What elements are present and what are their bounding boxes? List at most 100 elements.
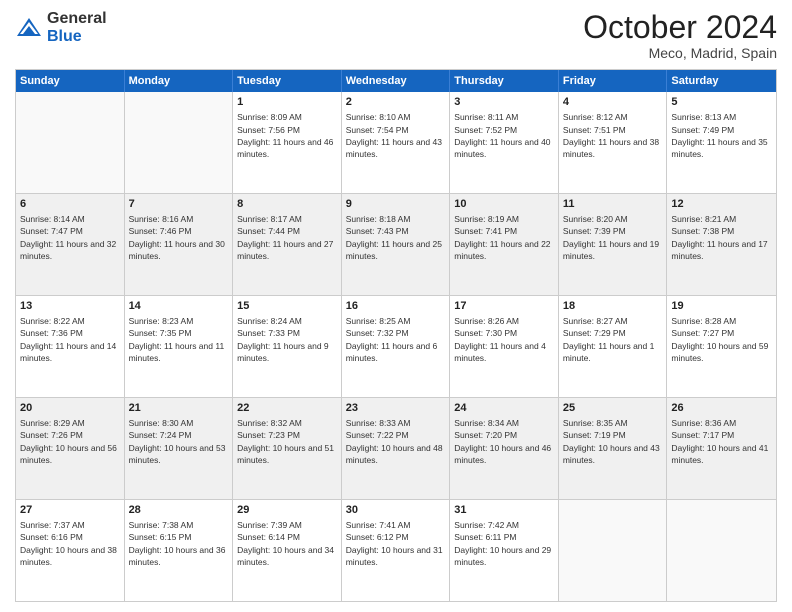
logo-blue-text: Blue bbox=[47, 28, 82, 45]
cell-text: Sunrise: 8:27 AM Sunset: 7:29 PM Dayligh… bbox=[563, 316, 655, 363]
day-number: 10 bbox=[454, 197, 554, 212]
cell-text: Sunrise: 7:41 AM Sunset: 6:12 PM Dayligh… bbox=[346, 520, 443, 567]
cell-text: Sunrise: 8:11 AM Sunset: 7:52 PM Dayligh… bbox=[454, 112, 550, 159]
day-number: 27 bbox=[20, 503, 120, 518]
day-number: 21 bbox=[129, 401, 229, 416]
calendar-cell: 30Sunrise: 7:41 AM Sunset: 6:12 PM Dayli… bbox=[342, 500, 451, 601]
day-number: 13 bbox=[20, 299, 120, 314]
logo: General Blue bbox=[15, 10, 107, 45]
day-number: 29 bbox=[237, 503, 337, 518]
cell-text: Sunrise: 8:28 AM Sunset: 7:27 PM Dayligh… bbox=[671, 316, 768, 363]
day-number: 28 bbox=[129, 503, 229, 518]
day-number: 9 bbox=[346, 197, 446, 212]
cell-text: Sunrise: 8:21 AM Sunset: 7:38 PM Dayligh… bbox=[671, 214, 767, 261]
day-number: 8 bbox=[237, 197, 337, 212]
cell-text: Sunrise: 8:23 AM Sunset: 7:35 PM Dayligh… bbox=[129, 316, 225, 363]
calendar-cell: 27 Sunrise: 7:37 AM Sunset: 6:16 PM Dayli… bbox=[16, 500, 125, 601]
calendar-cell: 22 Sunrise: 8:32 AM Sunset: 7:23 PM Dayli… bbox=[233, 398, 342, 499]
cell-text: Sunrise: 8:34 AM Sunset: 7:20 PM Dayligh… bbox=[454, 418, 551, 465]
weekday-header-wednesday: Wednesday bbox=[342, 70, 451, 92]
calendar-body: 1 Sunrise: 8:09 AM Sunset: 7:56 PM Daylig… bbox=[16, 92, 776, 601]
calendar-cell: 24 Sunrise: 8:34 AM Sunset: 7:20 PM Dayli… bbox=[450, 398, 559, 499]
calendar-cell: 15Sunrise: 8:24 AM Sunset: 7:33 PM Dayli… bbox=[233, 296, 342, 397]
weekday-header-tuesday: Tuesday bbox=[233, 70, 342, 92]
cell-text: Sunrise: 8:14 AM Sunset: 7:47 PM Dayligh… bbox=[20, 214, 116, 261]
weekday-header-friday: Friday bbox=[559, 70, 668, 92]
calendar-cell: 5Sunrise: 8:13 AM Sunset: 7:49 PM Daylig… bbox=[667, 92, 776, 193]
calendar-cell: 10 Sunrise: 8:19 AM Sunset: 7:41 PM Dayli… bbox=[450, 194, 559, 295]
calendar-cell: 21Sunrise: 8:30 AM Sunset: 7:24 PM Dayli… bbox=[125, 398, 234, 499]
cell-text: Sunrise: 8:10 AM Sunset: 7:54 PM Dayligh… bbox=[346, 112, 442, 159]
calendar-cell bbox=[559, 500, 668, 601]
calendar-cell: 12 Sunrise: 8:21 AM Sunset: 7:38 PM Dayli… bbox=[667, 194, 776, 295]
calendar-cell: 16Sunrise: 8:25 AM Sunset: 7:32 PM Dayli… bbox=[342, 296, 451, 397]
calendar: SundayMondayTuesdayWednesdayThursdayFrid… bbox=[15, 69, 777, 602]
weekday-header-saturday: Saturday bbox=[667, 70, 776, 92]
day-number: 16 bbox=[346, 299, 446, 314]
calendar-cell: 7 Sunrise: 8:16 AM Sunset: 7:46 PM Daylig… bbox=[125, 194, 234, 295]
calendar-cell: 31 Sunrise: 7:42 AM Sunset: 6:11 PM Dayli… bbox=[450, 500, 559, 601]
cell-text: Sunrise: 8:19 AM Sunset: 7:41 PM Dayligh… bbox=[454, 214, 550, 261]
cell-text: Sunrise: 8:29 AM Sunset: 7:26 PM Dayligh… bbox=[20, 418, 117, 465]
day-number: 2 bbox=[346, 95, 446, 110]
day-number: 22 bbox=[237, 401, 337, 416]
day-number: 11 bbox=[563, 197, 663, 212]
day-number: 24 bbox=[454, 401, 554, 416]
cell-text: Sunrise: 8:09 AM Sunset: 7:56 PM Dayligh… bbox=[237, 112, 333, 159]
cell-text: Sunrise: 7:37 AM Sunset: 6:16 PM Dayligh… bbox=[20, 520, 117, 567]
calendar-cell: 26Sunrise: 8:36 AM Sunset: 7:17 PM Dayli… bbox=[667, 398, 776, 499]
location: Meco, Madrid, Spain bbox=[583, 45, 777, 61]
day-number: 1 bbox=[237, 95, 337, 110]
calendar-cell: 1 Sunrise: 8:09 AM Sunset: 7:56 PM Daylig… bbox=[233, 92, 342, 193]
cell-text: Sunrise: 8:16 AM Sunset: 7:46 PM Dayligh… bbox=[129, 214, 225, 261]
cell-text: Sunrise: 7:42 AM Sunset: 6:11 PM Dayligh… bbox=[454, 520, 551, 567]
month-title: October 2024 bbox=[583, 10, 777, 45]
calendar-cell: 8 Sunrise: 8:17 AM Sunset: 7:44 PM Daylig… bbox=[233, 194, 342, 295]
calendar-cell: 28 Sunrise: 7:38 AM Sunset: 6:15 PM Dayli… bbox=[125, 500, 234, 601]
calendar-cell: 3 Sunrise: 8:11 AM Sunset: 7:52 PM Daylig… bbox=[450, 92, 559, 193]
calendar-cell: 17 Sunrise: 8:26 AM Sunset: 7:30 PM Dayli… bbox=[450, 296, 559, 397]
logo-icon bbox=[15, 14, 43, 42]
day-number: 26 bbox=[671, 401, 772, 416]
calendar-cell: 29 Sunrise: 7:39 AM Sunset: 6:14 PM Dayli… bbox=[233, 500, 342, 601]
calendar-cell: 6Sunrise: 8:14 AM Sunset: 7:47 PM Daylig… bbox=[16, 194, 125, 295]
day-number: 31 bbox=[454, 503, 554, 518]
day-number: 19 bbox=[671, 299, 772, 314]
logo-general-text: General bbox=[47, 10, 107, 27]
cell-text: Sunrise: 8:35 AM Sunset: 7:19 PM Dayligh… bbox=[563, 418, 660, 465]
cell-text: Sunrise: 8:32 AM Sunset: 7:23 PM Dayligh… bbox=[237, 418, 334, 465]
title-block: October 2024 Meco, Madrid, Spain bbox=[583, 10, 777, 61]
calendar-cell: 2 Sunrise: 8:10 AM Sunset: 7:54 PM Daylig… bbox=[342, 92, 451, 193]
calendar-cell: 14Sunrise: 8:23 AM Sunset: 7:35 PM Dayli… bbox=[125, 296, 234, 397]
cell-text: Sunrise: 8:26 AM Sunset: 7:30 PM Dayligh… bbox=[454, 316, 546, 363]
day-number: 18 bbox=[563, 299, 663, 314]
cell-text: Sunrise: 8:24 AM Sunset: 7:33 PM Dayligh… bbox=[237, 316, 329, 363]
calendar-cell: 4 Sunrise: 8:12 AM Sunset: 7:51 PM Daylig… bbox=[559, 92, 668, 193]
calendar-row-4: 20Sunrise: 8:29 AM Sunset: 7:26 PM Dayli… bbox=[16, 397, 776, 499]
cell-text: Sunrise: 8:22 AM Sunset: 7:36 PM Dayligh… bbox=[20, 316, 116, 363]
cell-text: Sunrise: 7:39 AM Sunset: 6:14 PM Dayligh… bbox=[237, 520, 334, 567]
logo-text: General Blue bbox=[47, 10, 107, 45]
day-number: 17 bbox=[454, 299, 554, 314]
cell-text: Sunrise: 8:12 AM Sunset: 7:51 PM Dayligh… bbox=[563, 112, 659, 159]
calendar-cell bbox=[16, 92, 125, 193]
calendar-cell: 11Sunrise: 8:20 AM Sunset: 7:39 PM Dayli… bbox=[559, 194, 668, 295]
cell-text: Sunrise: 8:17 AM Sunset: 7:44 PM Dayligh… bbox=[237, 214, 333, 261]
calendar-row-3: 13 Sunrise: 8:22 AM Sunset: 7:36 PM Dayli… bbox=[16, 295, 776, 397]
calendar-row-5: 27 Sunrise: 7:37 AM Sunset: 6:16 PM Dayli… bbox=[16, 499, 776, 601]
day-number: 3 bbox=[454, 95, 554, 110]
day-number: 12 bbox=[671, 197, 772, 212]
weekday-header-sunday: Sunday bbox=[16, 70, 125, 92]
page: General Blue October 2024 Meco, Madrid, … bbox=[0, 0, 792, 612]
header: General Blue October 2024 Meco, Madrid, … bbox=[15, 10, 777, 61]
calendar-cell bbox=[125, 92, 234, 193]
day-number: 5 bbox=[671, 95, 772, 110]
day-number: 7 bbox=[129, 197, 229, 212]
cell-text: Sunrise: 8:33 AM Sunset: 7:22 PM Dayligh… bbox=[346, 418, 443, 465]
calendar-cell: 13 Sunrise: 8:22 AM Sunset: 7:36 PM Dayli… bbox=[16, 296, 125, 397]
calendar-cell: 20Sunrise: 8:29 AM Sunset: 7:26 PM Dayli… bbox=[16, 398, 125, 499]
cell-text: Sunrise: 7:38 AM Sunset: 6:15 PM Dayligh… bbox=[129, 520, 226, 567]
calendar-row-2: 6Sunrise: 8:14 AM Sunset: 7:47 PM Daylig… bbox=[16, 193, 776, 295]
calendar-row-1: 1 Sunrise: 8:09 AM Sunset: 7:56 PM Daylig… bbox=[16, 92, 776, 193]
day-number: 4 bbox=[563, 95, 663, 110]
